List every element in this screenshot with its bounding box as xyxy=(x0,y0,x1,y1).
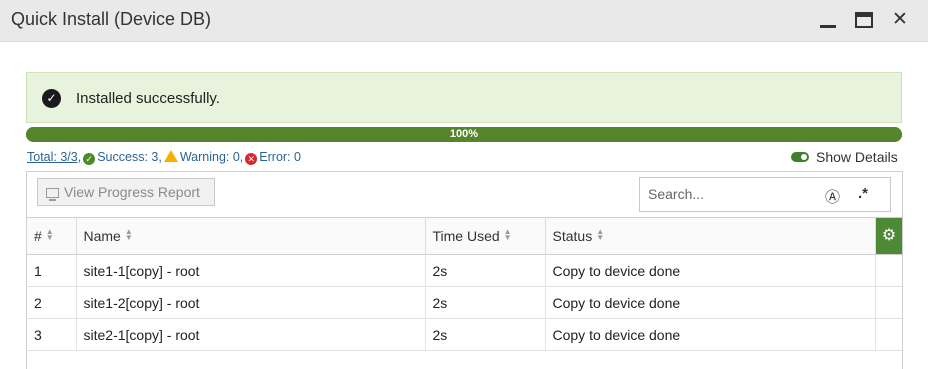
cell-status: Copy to device done xyxy=(545,286,876,319)
cell-name: site1-2[copy] - root xyxy=(76,286,426,319)
column-header-status[interactable]: Status ▲ ▼ xyxy=(545,217,876,255)
search-box[interactable]: Ⓐ .* xyxy=(639,177,891,212)
error-count: Error: 0 xyxy=(259,150,301,164)
column-header-num[interactable]: # ▲ ▼ xyxy=(27,217,77,255)
cell-num: 2 xyxy=(27,286,77,319)
maximize-icon[interactable] xyxy=(853,10,875,32)
results-panel: View Progress Report Ⓐ .* #▲▼ Name▲▼ Tim… xyxy=(26,171,903,369)
cell-name: site2-1[copy] - root xyxy=(76,318,426,351)
cell-time: 2s xyxy=(425,286,546,319)
warning-icon xyxy=(163,150,178,162)
column-header-name[interactable]: Name ▲ ▼ xyxy=(76,217,426,255)
table-row[interactable]: 1 site1-1[copy] - root 2s Copy to device… xyxy=(27,254,902,287)
cell-empty xyxy=(875,254,902,287)
sort-icon[interactable]: ▲ ▼ xyxy=(504,228,512,242)
search-input[interactable] xyxy=(648,186,818,202)
title-bar: Quick Install (Device DB) ✕ xyxy=(0,0,928,42)
success-count: Success: 3, xyxy=(97,150,162,164)
total-link[interactable]: Total: 3/3, xyxy=(27,150,81,164)
cell-num: 3 xyxy=(27,318,77,351)
search-icon[interactable]: Ⓐ xyxy=(825,186,840,207)
minimize-icon[interactable] xyxy=(817,10,839,32)
success-icon: ✓ xyxy=(83,153,96,165)
sort-icon[interactable]: ▲ ▼ xyxy=(125,228,133,242)
show-details-label: Show Details xyxy=(816,149,898,165)
window-title: Quick Install (Device DB) xyxy=(11,9,212,29)
results-table: # ▲ ▼ Name ▲ ▼ Time Used ▲ ▼ Status ▲ ▼ ⚙ 1 site… xyxy=(27,217,902,351)
monitor-icon xyxy=(46,188,59,201)
view-progress-report-button[interactable]: View Progress Report xyxy=(37,178,215,206)
cell-status: Copy to device done xyxy=(545,318,876,351)
error-icon: ✕ xyxy=(245,153,258,165)
cell-name: site1-1[copy] - root xyxy=(76,254,426,287)
warning-count: Warning: 0, xyxy=(179,150,244,164)
show-details-toggle[interactable]: Show Details xyxy=(791,149,898,165)
cell-num: 1 xyxy=(27,254,77,287)
column-header-time[interactable]: Time Used ▲ ▼ xyxy=(425,217,546,255)
install-summary: Total: 3/3, ✓ Success: 3, Warning: 0, ✕ Error… xyxy=(27,150,301,165)
success-message: Installed successfully. xyxy=(76,90,220,107)
progress-bar: 100% xyxy=(26,127,902,142)
progress-label: 100% xyxy=(449,128,479,140)
table-row[interactable]: 3 site2-1[copy] - root 2s Copy to device… xyxy=(27,318,902,351)
success-banner: ✓ Installed successfully. xyxy=(26,72,902,123)
regex-icon[interactable]: .* xyxy=(858,185,868,202)
cell-time: 2s xyxy=(425,318,546,351)
cell-empty xyxy=(875,286,902,319)
cell-status: Copy to device done xyxy=(545,254,876,287)
report-button-label: View Progress Report xyxy=(64,184,200,200)
toggle-switch[interactable] xyxy=(791,152,809,162)
cell-time: 2s xyxy=(425,254,546,287)
close-icon[interactable]: ✕ xyxy=(889,10,911,32)
cell-empty xyxy=(875,318,902,351)
table-row[interactable]: 2 site1-2[copy] - root 2s Copy to device… xyxy=(27,286,902,319)
gear-icon[interactable]: ⚙ xyxy=(876,218,902,254)
column-settings[interactable]: ⚙ xyxy=(875,217,902,255)
sort-icon[interactable]: ▲ ▼ xyxy=(596,228,604,242)
check-circle-icon: ✓ xyxy=(42,89,61,108)
sort-icon[interactable]: ▲ ▼ xyxy=(46,228,54,242)
table-header-row: # ▲ ▼ Name ▲ ▼ Time Used ▲ ▼ Status ▲ ▼ ⚙ xyxy=(27,217,902,255)
